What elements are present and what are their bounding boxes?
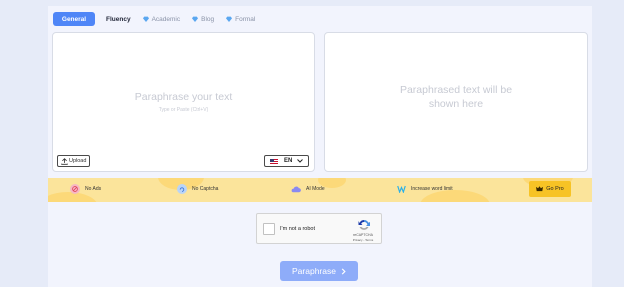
go-pro-button[interactable]: Go Pro [529, 181, 571, 197]
input-placeholder-hint: Type or Paste (Ctrl+V) [158, 107, 209, 113]
mode-tabs: General Fluency Academic Blog Formal [53, 12, 267, 26]
output-area: Paraphrased text will be shown here [324, 32, 588, 172]
input-placeholder-title: Paraphrase your text [134, 91, 233, 103]
perk-label: No Ads [85, 186, 102, 192]
perk-no-captcha: No Captcha [177, 184, 218, 194]
tab-blog[interactable]: Blog [192, 12, 214, 26]
tab-label: Academic [151, 15, 181, 23]
diamond-icon [142, 16, 149, 22]
perk-label: No Captcha [192, 186, 219, 192]
language-value: EN [284, 158, 293, 164]
output-placeholder: Paraphrased text will be shown here [325, 83, 587, 111]
perk-word-limit: Increase word limit [396, 184, 453, 194]
captcha-icon [177, 184, 187, 194]
no-ads-icon [70, 184, 80, 194]
output-placeholder-line: Paraphrased text will be [399, 84, 513, 96]
tab-academic[interactable]: Academic [142, 12, 181, 26]
perk-label: Increase word limit [411, 186, 453, 192]
tab-fluency[interactable]: Fluency [106, 12, 131, 26]
upload-button[interactable]: Upload [57, 155, 91, 167]
tab-label: Formal [235, 15, 256, 23]
us-flag-icon [270, 158, 278, 164]
output-placeholder-line: shown here [428, 98, 484, 110]
diamond-icon [226, 16, 233, 22]
tab-label: General [61, 15, 87, 23]
perk-ai-mode: AI Mode [291, 184, 325, 194]
premium-banner: No Ads No Captcha AI Mode Increase word … [48, 178, 592, 202]
perk-no-ads: No Ads [70, 184, 101, 194]
tab-general[interactable]: General [53, 12, 95, 26]
language-select[interactable]: EN [264, 155, 309, 167]
captcha-checkbox[interactable] [263, 223, 275, 235]
paraphrase-label: Paraphrase [292, 266, 336, 276]
recaptcha-widget: I'm not a robot reCAPTCHA Privacy - Term… [256, 213, 382, 244]
input-textarea[interactable]: Paraphrase your text Type or Paste (Ctrl… [52, 32, 315, 172]
chevron-down-icon [297, 159, 303, 163]
tab-label: Fluency [106, 15, 131, 23]
ai-cloud-icon [291, 184, 301, 194]
perk-label: AI Mode [306, 186, 325, 192]
recaptcha-terms-link[interactable]: Privacy - Terms [349, 238, 377, 242]
chevron-right-icon [341, 267, 346, 275]
paraphraser-panel: General Fluency Academic Blog Formal Par… [48, 6, 592, 287]
tab-label: Blog [201, 15, 215, 23]
tab-formal[interactable]: Formal [226, 12, 255, 26]
captcha-label: I'm not a robot [280, 226, 315, 232]
paraphrase-button[interactable]: Paraphrase [280, 261, 358, 281]
recaptcha-brand: reCAPTCHA [353, 233, 373, 237]
recaptcha-logo-icon [358, 219, 370, 230]
word-limit-icon [396, 184, 406, 194]
diamond-icon [192, 16, 199, 22]
upload-icon [61, 157, 68, 165]
crown-icon [536, 186, 544, 192]
go-pro-label: Go Pro [546, 186, 564, 192]
upload-label: Upload [69, 158, 87, 164]
